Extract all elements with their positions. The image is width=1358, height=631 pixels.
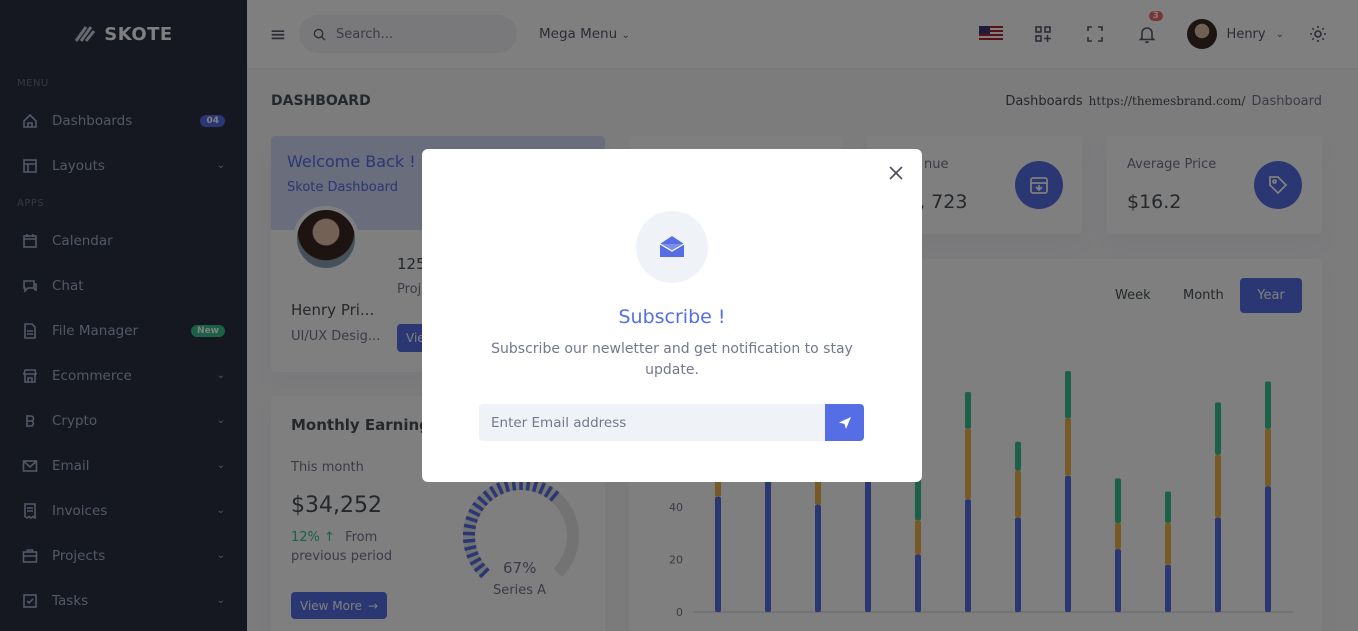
modal-text: Subscribe our newletter and get notifica… [491,341,853,378]
send-button[interactable] [825,404,864,441]
subscribe-modal: Subscribe ! Subscribe our newletter and … [422,149,922,482]
paper-plane-icon [838,416,851,429]
envelope-open-avatar [636,211,708,283]
email-field[interactable] [479,404,826,441]
modal-title: Subscribe ! [618,306,726,328]
envelope-open-icon [659,236,685,257]
close-icon [889,166,903,180]
close-button[interactable] [884,161,908,185]
